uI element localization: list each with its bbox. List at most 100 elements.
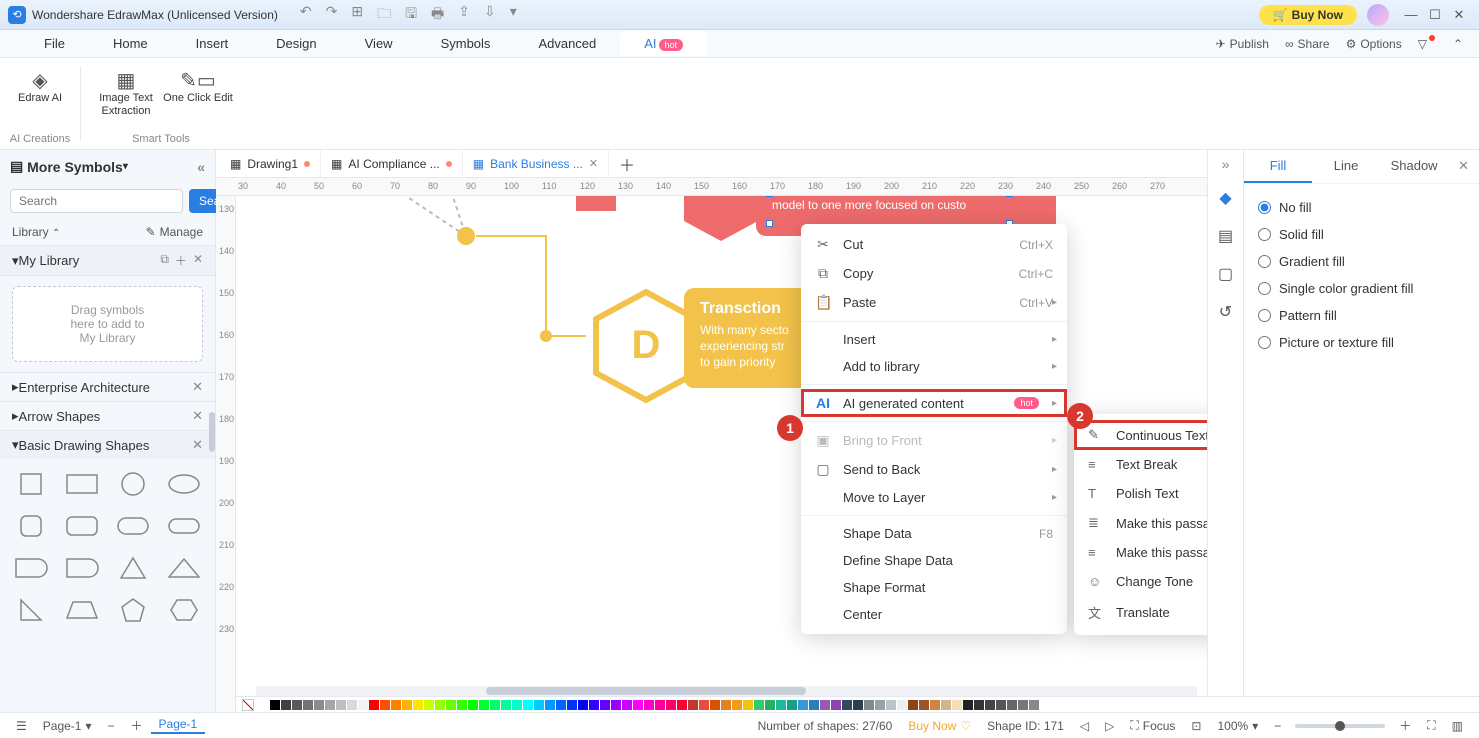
color-swatch[interactable] — [732, 700, 742, 710]
color-swatch[interactable] — [545, 700, 555, 710]
h-scroll-thumb[interactable] — [486, 687, 806, 695]
collapse-ribbon-icon[interactable]: ⌃ — [1453, 37, 1463, 51]
share-link[interactable]: ∞ Share — [1285, 37, 1330, 51]
color-swatch[interactable] — [600, 700, 610, 710]
color-swatch[interactable] — [677, 700, 687, 710]
color-swatch[interactable] — [699, 700, 709, 710]
ctx-center[interactable]: Center — [801, 601, 1067, 628]
color-swatch[interactable] — [743, 700, 753, 710]
close-button[interactable]: ✕ — [1447, 7, 1471, 23]
zoom-in[interactable]: ＋ — [1391, 717, 1419, 734]
color-swatch[interactable] — [941, 700, 951, 710]
color-swatch[interactable] — [435, 700, 445, 710]
close-icon[interactable]: ✕ — [192, 408, 203, 424]
edraw-ai-button[interactable]: ◈ Edraw AI — [8, 64, 72, 105]
color-swatch[interactable] — [996, 700, 1006, 710]
color-swatch[interactable] — [358, 700, 368, 710]
color-swatch[interactable] — [908, 700, 918, 710]
ctx-addlib[interactable]: Add to library▸ — [801, 353, 1067, 380]
ctx-define-shape-data[interactable]: Define Shape Data — [801, 547, 1067, 574]
close-icon[interactable]: ✕ — [192, 437, 203, 453]
page-selector[interactable]: Page-1 ▾ — [35, 719, 100, 733]
close-panel-icon[interactable]: ✕ — [1448, 150, 1479, 183]
nav-left[interactable]: ◁ — [1072, 719, 1097, 733]
page-plus[interactable]: ＋ — [123, 717, 151, 734]
buy-now-button[interactable]: 🛒 Buy Now — [1259, 5, 1357, 25]
open-icon[interactable]: 🗀 — [373, 3, 395, 27]
shape-trap[interactable] — [61, 593, 104, 627]
tab-shadow[interactable]: Shadow — [1380, 150, 1448, 183]
sub-text-break[interactable]: ≡Text Break▸ — [1074, 450, 1207, 479]
color-swatch[interactable] — [765, 700, 775, 710]
color-swatch[interactable] — [853, 700, 863, 710]
save-icon[interactable]: 🖫 — [401, 3, 421, 27]
dropzone[interactable]: Drag symbols here to add to My Library — [12, 286, 203, 362]
import-icon[interactable]: ⇩ — [480, 3, 500, 27]
collapse-left-icon[interactable]: « — [197, 159, 205, 175]
color-swatch[interactable] — [402, 700, 412, 710]
fill-tool-icon[interactable]: ◆ — [1214, 186, 1238, 210]
shape-rtri[interactable] — [10, 593, 53, 627]
color-swatch[interactable] — [897, 700, 907, 710]
search-input[interactable] — [10, 189, 183, 213]
shape-hexagon[interactable] — [162, 593, 205, 627]
shape-roundsq[interactable] — [10, 509, 53, 543]
avatar[interactable] — [1367, 4, 1389, 26]
color-swatch[interactable] — [501, 700, 511, 710]
color-swatch[interactable] — [611, 700, 621, 710]
color-swatch[interactable] — [633, 700, 643, 710]
maximize-button[interactable]: ☐ — [1423, 7, 1447, 23]
fill-opt-single-color-gradient-fill[interactable]: Single color gradient fill — [1258, 275, 1465, 302]
library-label[interactable]: Library ⌃ — [12, 225, 60, 239]
ctx-bring-front[interactable]: ▣Bring to Front▸ — [801, 426, 1067, 455]
tab-bank-business[interactable]: ▦ Bank Business ...✕ — [463, 150, 609, 177]
undo-icon[interactable]: ↶ — [296, 3, 316, 27]
shape-halfround[interactable] — [10, 551, 53, 585]
color-swatch[interactable] — [809, 700, 819, 710]
more-symbols-header[interactable]: ▤ More Symbols▾ « — [0, 150, 215, 183]
color-swatch[interactable] — [303, 700, 313, 710]
expand-right-icon[interactable]: » — [1222, 156, 1230, 172]
ctx-shape-format[interactable]: Shape Format — [801, 574, 1067, 601]
design-menu[interactable]: Design — [252, 31, 340, 56]
new-tab-button[interactable]: ＋ — [609, 152, 645, 176]
color-swatch[interactable] — [820, 700, 830, 710]
fullscreen-button[interactable]: ⛶ — [1419, 718, 1443, 733]
h-scrollbar[interactable] — [256, 686, 1197, 696]
new-icon[interactable]: ⊞ — [347, 3, 367, 27]
color-swatch[interactable] — [391, 700, 401, 710]
manage-link[interactable]: ✎ Manage — [146, 225, 203, 239]
color-swatch[interactable] — [556, 700, 566, 710]
color-swatch[interactable] — [1029, 700, 1039, 710]
sub-shorter[interactable]: ≡Make this passage shorter — [1074, 538, 1207, 567]
color-swatch[interactable] — [787, 700, 797, 710]
close-section-icon[interactable]: ✕ — [193, 252, 203, 269]
color-swatch[interactable] — [292, 700, 302, 710]
color-swatch[interactable] — [644, 700, 654, 710]
view-menu[interactable]: View — [341, 31, 417, 56]
color-swatch[interactable] — [655, 700, 665, 710]
shape-triangle[interactable] — [112, 551, 155, 585]
color-swatch[interactable] — [952, 700, 962, 710]
export-icon[interactable]: ⇪ — [454, 3, 474, 27]
color-swatch[interactable] — [622, 700, 632, 710]
color-swatch[interactable] — [710, 700, 720, 710]
sub-polish-text[interactable]: TPolish Text — [1074, 479, 1207, 508]
color-swatch[interactable] — [930, 700, 940, 710]
shape-roundrect[interactable] — [61, 509, 104, 543]
close-tab-icon[interactable]: ✕ — [589, 157, 598, 170]
shape-stadium[interactable] — [112, 509, 155, 543]
fill-opt-no-fill[interactable]: No fill — [1258, 194, 1465, 221]
color-swatch[interactable] — [567, 700, 577, 710]
my-library-section[interactable]: ▾ My Library ⧉＋✕ — [0, 245, 215, 276]
color-swatch[interactable] — [369, 700, 379, 710]
color-swatch[interactable] — [468, 700, 478, 710]
sel-handle[interactable] — [766, 220, 773, 227]
basic-shapes-section[interactable]: ▾ Basic Drawing Shapes✕ — [0, 430, 215, 459]
one-click-edit-button[interactable]: ✎▭ One Click Edit — [163, 64, 233, 118]
color-swatch[interactable] — [523, 700, 533, 710]
color-swatch[interactable] — [886, 700, 896, 710]
qat-more-icon[interactable]: ▾ — [506, 3, 521, 27]
publish-link[interactable]: ✈ Publish — [1216, 37, 1269, 51]
color-swatch[interactable] — [347, 700, 357, 710]
